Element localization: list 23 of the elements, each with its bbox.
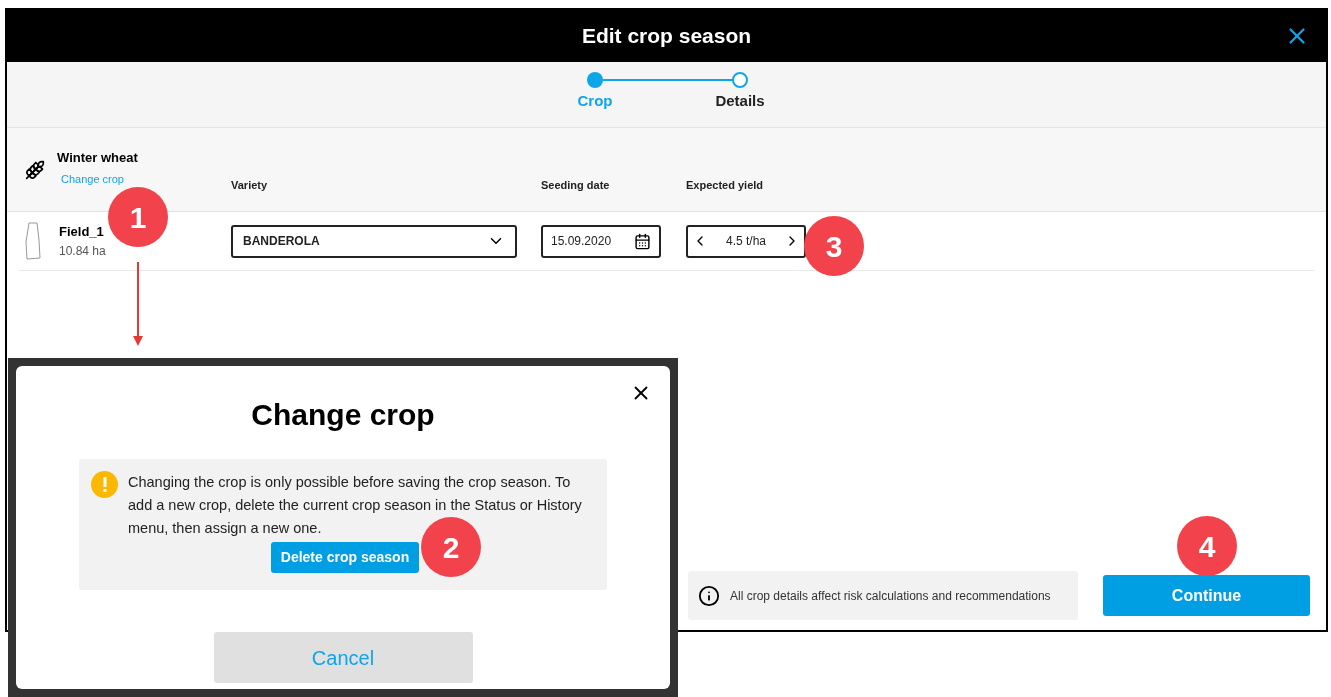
change-crop-link[interactable]: Change crop bbox=[61, 171, 138, 188]
date-field[interactable]: 15.09.2020 bbox=[541, 224, 661, 258]
window-title: Edit crop season bbox=[581, 23, 752, 50]
column-header: Variety bbox=[231, 177, 268, 193]
delete-crop-season-button[interactable]: Delete crop season bbox=[270, 542, 420, 573]
warning-icon bbox=[91, 471, 118, 498]
modal-title: Change crop bbox=[251, 397, 435, 433]
info-text: All crop details affect risk calculations and recommendations bbox=[730, 587, 1051, 605]
column-header: Seeding date bbox=[541, 177, 610, 193]
variety-dropdown[interactable]: BANDEROLA bbox=[231, 224, 517, 258]
field-name: Field_1 bbox=[59, 223, 105, 242]
cancel-button[interactable]: Cancel bbox=[213, 632, 473, 683]
wheat-icon bbox=[25, 159, 45, 180]
column-header: Expected yield bbox=[686, 177, 764, 193]
step-tab[interactable]: Details bbox=[710, 72, 770, 127]
calendar-icon bbox=[634, 232, 651, 250]
continue-button[interactable]: Continue bbox=[1103, 575, 1310, 616]
field-area: 10.84 ha bbox=[59, 241, 106, 260]
crop-name: Winter wheat bbox=[57, 148, 138, 167]
yield-stepper[interactable]: 4.5 t/ha bbox=[686, 224, 806, 258]
field-shape-icon bbox=[25, 222, 41, 260]
info-icon bbox=[698, 584, 720, 607]
step-tab[interactable]: Crop bbox=[565, 72, 625, 127]
